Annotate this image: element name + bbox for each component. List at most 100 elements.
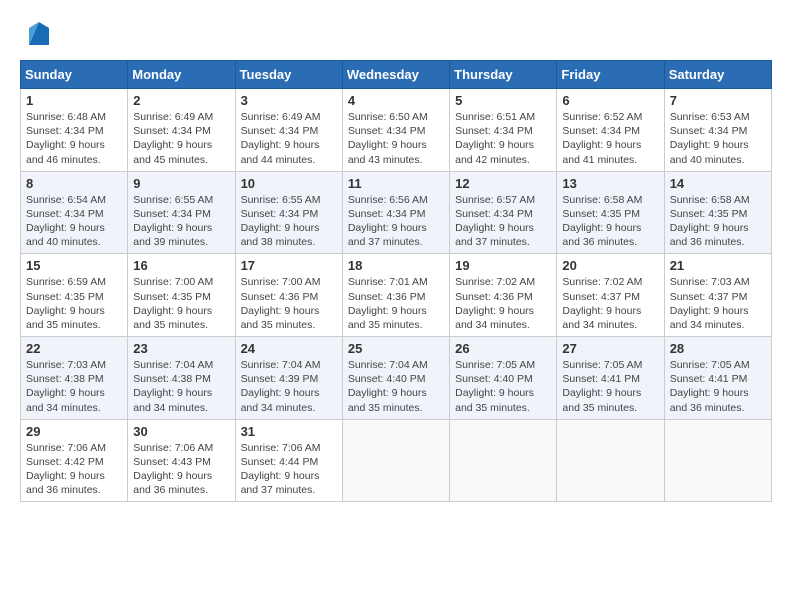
day-details: Sunrise: 7:02 AM Sunset: 4:36 PM Dayligh… <box>455 275 551 332</box>
daylight-label: Daylight: 9 hours and 35 minutes. <box>241 305 320 331</box>
sunset-label: Sunset: 4:42 PM <box>26 456 104 468</box>
sunrise-label: Sunrise: 6:49 AM <box>133 111 213 123</box>
sunrise-label: Sunrise: 6:53 AM <box>670 111 750 123</box>
day-cell-26: 26 Sunrise: 7:05 AM Sunset: 4:40 PM Dayl… <box>450 337 557 420</box>
sunset-label: Sunset: 4:40 PM <box>348 373 426 385</box>
empty-cell <box>342 419 449 502</box>
day-details: Sunrise: 7:06 AM Sunset: 4:44 PM Dayligh… <box>241 441 337 498</box>
logo-icon <box>24 20 54 50</box>
sunset-label: Sunset: 4:35 PM <box>562 208 640 220</box>
daylight-label: Daylight: 9 hours and 41 minutes. <box>562 139 641 165</box>
empty-cell <box>664 419 771 502</box>
sunset-label: Sunset: 4:34 PM <box>455 208 533 220</box>
day-details: Sunrise: 7:04 AM Sunset: 4:40 PM Dayligh… <box>348 358 444 415</box>
day-number: 31 <box>241 424 337 439</box>
sunrise-label: Sunrise: 7:04 AM <box>348 359 428 371</box>
day-cell-22: 22 Sunrise: 7:03 AM Sunset: 4:38 PM Dayl… <box>21 337 128 420</box>
day-number: 24 <box>241 341 337 356</box>
daylight-label: Daylight: 9 hours and 44 minutes. <box>241 139 320 165</box>
day-details: Sunrise: 7:00 AM Sunset: 4:35 PM Dayligh… <box>133 275 229 332</box>
day-details: Sunrise: 7:06 AM Sunset: 4:43 PM Dayligh… <box>133 441 229 498</box>
day-details: Sunrise: 6:57 AM Sunset: 4:34 PM Dayligh… <box>455 193 551 250</box>
day-number: 9 <box>133 176 229 191</box>
day-number: 29 <box>26 424 122 439</box>
daylight-label: Daylight: 9 hours and 37 minutes. <box>348 222 427 248</box>
day-cell-6: 6 Sunrise: 6:52 AM Sunset: 4:34 PM Dayli… <box>557 89 664 172</box>
day-cell-30: 30 Sunrise: 7:06 AM Sunset: 4:43 PM Dayl… <box>128 419 235 502</box>
calendar-week-1: 1 Sunrise: 6:48 AM Sunset: 4:34 PM Dayli… <box>21 89 772 172</box>
daylight-label: Daylight: 9 hours and 35 minutes. <box>348 387 427 413</box>
daylight-label: Daylight: 9 hours and 40 minutes. <box>26 222 105 248</box>
day-number: 11 <box>348 176 444 191</box>
sunset-label: Sunset: 4:37 PM <box>670 291 748 303</box>
daylight-label: Daylight: 9 hours and 39 minutes. <box>133 222 212 248</box>
daylight-label: Daylight: 9 hours and 34 minutes. <box>670 305 749 331</box>
col-header-saturday: Saturday <box>664 61 771 89</box>
sunset-label: Sunset: 4:34 PM <box>348 208 426 220</box>
daylight-label: Daylight: 9 hours and 34 minutes. <box>26 387 105 413</box>
day-cell-14: 14 Sunrise: 6:58 AM Sunset: 4:35 PM Dayl… <box>664 171 771 254</box>
col-header-sunday: Sunday <box>21 61 128 89</box>
sunrise-label: Sunrise: 6:56 AM <box>348 194 428 206</box>
sunrise-label: Sunrise: 6:50 AM <box>348 111 428 123</box>
sunrise-label: Sunrise: 7:05 AM <box>455 359 535 371</box>
day-details: Sunrise: 6:56 AM Sunset: 4:34 PM Dayligh… <box>348 193 444 250</box>
day-number: 8 <box>26 176 122 191</box>
day-cell-9: 9 Sunrise: 6:55 AM Sunset: 4:34 PM Dayli… <box>128 171 235 254</box>
day-details: Sunrise: 6:52 AM Sunset: 4:34 PM Dayligh… <box>562 110 658 167</box>
day-details: Sunrise: 7:06 AM Sunset: 4:42 PM Dayligh… <box>26 441 122 498</box>
sunrise-label: Sunrise: 6:51 AM <box>455 111 535 123</box>
daylight-label: Daylight: 9 hours and 43 minutes. <box>348 139 427 165</box>
sunrise-label: Sunrise: 7:03 AM <box>670 276 750 288</box>
day-details: Sunrise: 7:05 AM Sunset: 4:41 PM Dayligh… <box>670 358 766 415</box>
calendar-week-4: 22 Sunrise: 7:03 AM Sunset: 4:38 PM Dayl… <box>21 337 772 420</box>
sunrise-label: Sunrise: 6:58 AM <box>562 194 642 206</box>
daylight-label: Daylight: 9 hours and 34 minutes. <box>241 387 320 413</box>
sunset-label: Sunset: 4:34 PM <box>455 125 533 137</box>
sunset-label: Sunset: 4:34 PM <box>562 125 640 137</box>
sunset-label: Sunset: 4:34 PM <box>133 208 211 220</box>
day-number: 16 <box>133 258 229 273</box>
day-number: 30 <box>133 424 229 439</box>
day-details: Sunrise: 6:55 AM Sunset: 4:34 PM Dayligh… <box>133 193 229 250</box>
day-details: Sunrise: 7:05 AM Sunset: 4:41 PM Dayligh… <box>562 358 658 415</box>
day-details: Sunrise: 6:58 AM Sunset: 4:35 PM Dayligh… <box>670 193 766 250</box>
daylight-label: Daylight: 9 hours and 36 minutes. <box>562 222 641 248</box>
sunrise-label: Sunrise: 6:58 AM <box>670 194 750 206</box>
day-details: Sunrise: 6:54 AM Sunset: 4:34 PM Dayligh… <box>26 193 122 250</box>
daylight-label: Daylight: 9 hours and 36 minutes. <box>133 470 212 496</box>
sunset-label: Sunset: 4:34 PM <box>241 208 319 220</box>
day-cell-31: 31 Sunrise: 7:06 AM Sunset: 4:44 PM Dayl… <box>235 419 342 502</box>
calendar-week-5: 29 Sunrise: 7:06 AM Sunset: 4:42 PM Dayl… <box>21 419 772 502</box>
day-cell-17: 17 Sunrise: 7:00 AM Sunset: 4:36 PM Dayl… <box>235 254 342 337</box>
empty-cell <box>450 419 557 502</box>
day-number: 22 <box>26 341 122 356</box>
sunrise-label: Sunrise: 7:04 AM <box>241 359 321 371</box>
daylight-label: Daylight: 9 hours and 36 minutes. <box>670 222 749 248</box>
sunset-label: Sunset: 4:39 PM <box>241 373 319 385</box>
day-cell-13: 13 Sunrise: 6:58 AM Sunset: 4:35 PM Dayl… <box>557 171 664 254</box>
day-details: Sunrise: 6:58 AM Sunset: 4:35 PM Dayligh… <box>562 193 658 250</box>
daylight-label: Daylight: 9 hours and 37 minutes. <box>241 470 320 496</box>
day-number: 27 <box>562 341 658 356</box>
day-details: Sunrise: 6:49 AM Sunset: 4:34 PM Dayligh… <box>133 110 229 167</box>
col-header-thursday: Thursday <box>450 61 557 89</box>
sunset-label: Sunset: 4:34 PM <box>670 125 748 137</box>
calendar-week-3: 15 Sunrise: 6:59 AM Sunset: 4:35 PM Dayl… <box>21 254 772 337</box>
sunrise-label: Sunrise: 7:05 AM <box>562 359 642 371</box>
day-cell-29: 29 Sunrise: 7:06 AM Sunset: 4:42 PM Dayl… <box>21 419 128 502</box>
day-details: Sunrise: 7:05 AM Sunset: 4:40 PM Dayligh… <box>455 358 551 415</box>
sunset-label: Sunset: 4:35 PM <box>26 291 104 303</box>
sunrise-label: Sunrise: 7:04 AM <box>133 359 213 371</box>
day-cell-7: 7 Sunrise: 6:53 AM Sunset: 4:34 PM Dayli… <box>664 89 771 172</box>
sunrise-label: Sunrise: 7:02 AM <box>562 276 642 288</box>
day-cell-5: 5 Sunrise: 6:51 AM Sunset: 4:34 PM Dayli… <box>450 89 557 172</box>
sunset-label: Sunset: 4:34 PM <box>241 125 319 137</box>
day-cell-16: 16 Sunrise: 7:00 AM Sunset: 4:35 PM Dayl… <box>128 254 235 337</box>
sunset-label: Sunset: 4:41 PM <box>670 373 748 385</box>
calendar-week-2: 8 Sunrise: 6:54 AM Sunset: 4:34 PM Dayli… <box>21 171 772 254</box>
sunrise-label: Sunrise: 7:03 AM <box>26 359 106 371</box>
sunrise-label: Sunrise: 6:55 AM <box>241 194 321 206</box>
day-number: 5 <box>455 93 551 108</box>
sunrise-label: Sunrise: 7:00 AM <box>133 276 213 288</box>
